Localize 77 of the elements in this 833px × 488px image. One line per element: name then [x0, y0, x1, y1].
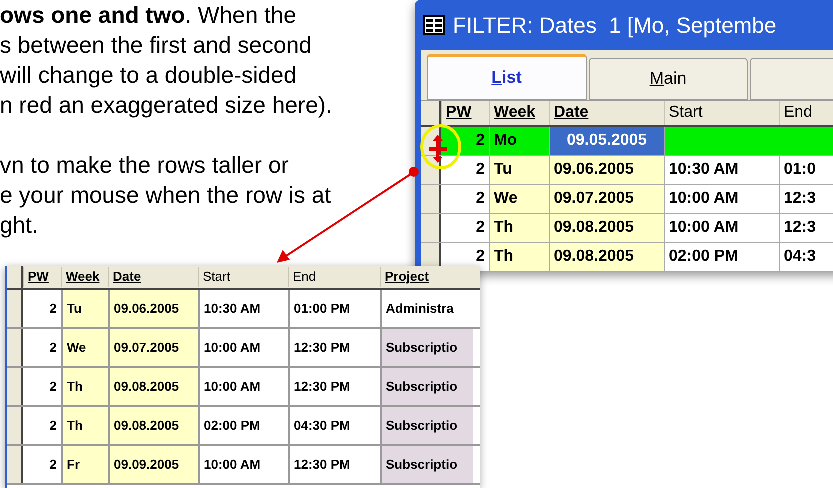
- column-header[interactable]: End: [288, 267, 380, 287]
- table-cell: 09.07.2005: [108, 329, 198, 366]
- table-cell: 09.08.2005: [108, 407, 198, 444]
- table-cell: Th: [61, 368, 108, 405]
- instruction-paragraph: vn to make the rows taller or e your mouse when the row is at ght.: [0, 151, 332, 240]
- table-row[interactable]: 2 Fr 09.09.2005 10:00 AM 12:30 PM Subscriptio: [7, 446, 480, 485]
- table-cell: Subscriptio: [380, 329, 473, 366]
- table-row[interactable]: 2 Th 09.08.2005 02:00 PM 04:3: [421, 243, 833, 272]
- table-cell: 02:00 PM: [664, 243, 779, 271]
- table-cell: 10:30 AM: [198, 290, 288, 327]
- table-row[interactable]: 2 Tu 09.06.2005 10:30 AM 01:00 PM Administra: [7, 290, 480, 329]
- table-cell-text: 2: [475, 131, 486, 151]
- table-cell: 10:00 AM: [198, 368, 288, 405]
- table-cell: 09.06.2005: [108, 290, 198, 327]
- table-cell: 12:3: [779, 185, 833, 213]
- table-cell: 09.08.2005: [108, 368, 198, 405]
- table-row[interactable]: 2 We 09.07.2005 10:00 AM 12:3: [421, 185, 833, 214]
- table-cell: Subscriptio: [380, 446, 473, 483]
- table-cell: Tu: [61, 290, 108, 327]
- resize-cursor-icon: [427, 134, 449, 164]
- column-header[interactable]: Date: [108, 267, 198, 287]
- table-cell: Fr: [61, 446, 108, 483]
- table-row[interactable]: 2 Mo 09.05.2005: [421, 127, 833, 156]
- table-cell-text: 2: [48, 416, 58, 435]
- table-cell: Subscriptio: [380, 368, 473, 405]
- table-cell: 10:30 AM: [664, 156, 779, 184]
- table-cell: 09.05.2005: [549, 127, 664, 155]
- column-header[interactable]: Week: [489, 101, 549, 125]
- table-cell: 01:0: [779, 156, 833, 184]
- tab[interactable]: List: [427, 54, 586, 100]
- table-cell-text: 2: [48, 300, 58, 318]
- table-cell-text: 2: [475, 218, 486, 238]
- column-header[interactable]: PW: [441, 101, 489, 125]
- table-cell: 02:00 PM: [198, 407, 288, 444]
- table-cell: We: [489, 185, 549, 213]
- table-cell: 09.07.2005: [549, 185, 664, 213]
- highlight-circle: [419, 123, 463, 171]
- table-row[interactable]: 2 Tu 09.06.2005 10:30 AM 01:0: [421, 156, 833, 185]
- column-header[interactable]: Date: [549, 101, 664, 125]
- tab[interactable]: [750, 58, 833, 100]
- table-cell: 09.08.2005: [549, 214, 664, 242]
- table-row[interactable]: 2 Th 09.08.2005 02:00 PM 04:30 PM Subscriptio: [7, 407, 480, 446]
- window-title: FILTER: Dates 1 [Mo, Septembe: [453, 12, 777, 40]
- column-header[interactable]: Start: [198, 267, 288, 287]
- table-cell: 12:3: [779, 214, 833, 242]
- table-cell-text: 2: [48, 338, 58, 357]
- table-cell: 10:00 AM: [664, 185, 779, 213]
- table-row[interactable]: 2 Th 09.08.2005 10:00 AM 12:30 PM Subscriptio: [7, 368, 480, 407]
- callout-dot: [409, 167, 419, 177]
- window-icon: [423, 15, 445, 35]
- table-cell: 10:00 AM: [198, 329, 288, 366]
- column-header[interactable]: End: [779, 101, 833, 125]
- table-cell: Th: [61, 407, 108, 444]
- table-cell: 09.08.2005: [549, 243, 664, 271]
- table-cell-text: 2: [48, 456, 58, 474]
- table-cell-text: 2: [475, 160, 486, 180]
- table-cell: 09.09.2005: [108, 446, 198, 483]
- table-cell-text: 2: [475, 189, 486, 209]
- column-header[interactable]: Start: [664, 101, 779, 125]
- instruction-paragraph: ows one and two. When the s between the first and second will change to a double-sided n red an exaggerated size here).: [0, 1, 332, 120]
- table-cell-text: 2: [48, 378, 58, 396]
- table-cell-text: 2: [475, 247, 486, 267]
- table-cell: Th: [489, 214, 549, 242]
- table-cell: Tu: [489, 156, 549, 184]
- table-row[interactable]: 2 Th 09.08.2005 10:00 AM 12:3: [421, 214, 833, 243]
- table-cell: Subscriptio: [380, 407, 473, 444]
- column-header[interactable]: Week: [61, 267, 108, 287]
- tab[interactable]: Main: [588, 58, 748, 100]
- table-cell: 10:00 AM: [198, 446, 288, 483]
- column-header[interactable]: Project: [380, 267, 473, 287]
- column-header[interactable]: PW: [23, 267, 61, 287]
- table-cell: 10:00 AM: [664, 214, 779, 242]
- table-cell: 04:3: [779, 243, 833, 271]
- table-cell: We: [61, 329, 108, 366]
- table-cell: 09.06.2005: [549, 156, 664, 184]
- table-cell: Th: [489, 243, 549, 271]
- table-row[interactable]: 2 We 09.07.2005 10:00 AM 12:30 PM Subscriptio: [7, 329, 480, 368]
